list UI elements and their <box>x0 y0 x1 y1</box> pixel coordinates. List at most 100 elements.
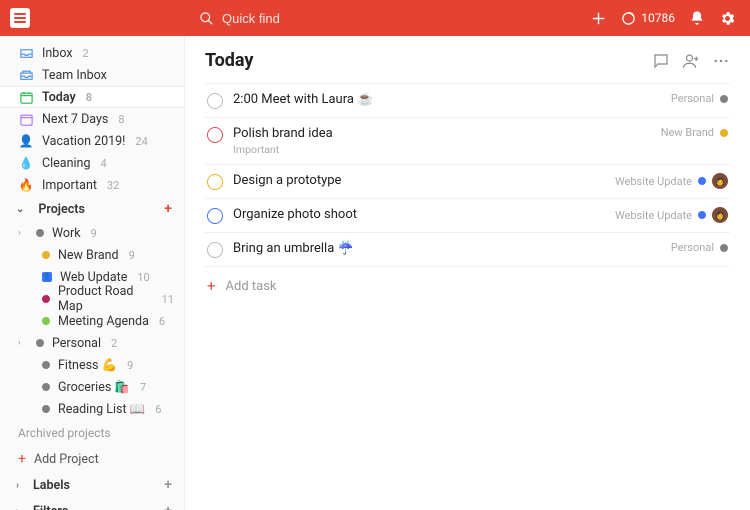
task-row[interactable]: Organize photo shoot Website Update👩 <box>205 199 730 233</box>
project-label: Work <box>52 226 81 241</box>
sidebar-item-important[interactable]: 🔥Important32 <box>0 174 184 196</box>
page-title: Today <box>205 50 254 71</box>
karma-icon <box>621 11 636 26</box>
sidebar-item-team-inbox[interactable]: Team Inbox <box>0 64 184 86</box>
karma-score[interactable]: 10786 <box>621 11 675 26</box>
task-meta: Personal <box>671 241 728 254</box>
task-row[interactable]: 2:00 Meet with Laura ☕Personal <box>205 83 730 118</box>
count-badge: 11 <box>162 293 174 306</box>
settings-button[interactable] <box>719 10 736 27</box>
archived-projects-link[interactable]: Archived projects <box>0 420 184 446</box>
projects-section-header[interactable]: ⌄Projects + <box>0 196 184 222</box>
share-button[interactable] <box>682 52 700 70</box>
filters-section-header[interactable]: ›Filters + <box>0 498 184 510</box>
count-badge: 9 <box>127 359 133 372</box>
task-meta: New Brand <box>661 126 728 139</box>
add-project-button[interactable]: + Add Project <box>0 446 184 472</box>
task-meta: Personal <box>671 92 728 105</box>
add-task-label: Add task <box>226 279 277 294</box>
chevron-right-icon: › <box>18 228 28 238</box>
sidebar-item-next7[interactable]: Next 7 Days8 <box>0 108 184 130</box>
count-badge: 6 <box>159 315 165 328</box>
count-badge: 24 <box>135 135 147 148</box>
assignee-avatar: 👩 <box>712 207 728 223</box>
count-badge: 7 <box>140 381 146 394</box>
project-label: Fitness 💪 <box>58 358 117 373</box>
more-button[interactable] <box>712 52 730 70</box>
project-personal[interactable]: ›Personal2 <box>0 332 184 354</box>
sidebar-item-vacation[interactable]: 👤 Vacation 2019! 24 <box>0 130 184 152</box>
inbox-icon <box>18 45 34 61</box>
count-badge: 6 <box>155 403 161 416</box>
project-work[interactable]: ›Work9 <box>0 222 184 244</box>
quick-find[interactable] <box>185 10 590 27</box>
task-title: Design a prototype <box>233 173 605 188</box>
sidebar-item-inbox[interactable]: Inbox2 <box>0 42 184 64</box>
add-label-icon[interactable]: + <box>164 477 172 493</box>
project-groceries[interactable]: Groceries 🛍️7 <box>0 376 184 398</box>
next7-icon <box>18 111 34 127</box>
project-label: Personal <box>52 336 101 351</box>
app-logo[interactable] <box>10 8 30 28</box>
task-row[interactable]: Bring an umbrella ☔ Personal <box>205 233 730 267</box>
task-title: Bring an umbrella ☔ <box>233 241 661 256</box>
labels-section-header[interactable]: › Labels + <box>0 472 184 498</box>
task-checkbox[interactable] <box>207 93 223 109</box>
project-color-dot <box>698 211 706 219</box>
labels-label: Labels <box>33 478 70 493</box>
filters-label: Filters <box>33 504 68 510</box>
assignee-avatar: 👩 <box>712 173 728 189</box>
team-inbox-icon <box>18 67 34 83</box>
favorite-icon: 💧 <box>18 155 34 171</box>
task-project-label: Personal <box>671 92 714 105</box>
add-project-label: Add Project <box>34 452 99 467</box>
quick-add-button[interactable] <box>590 10 607 27</box>
add-task-button[interactable]: + Add task <box>205 267 730 305</box>
task-checkbox[interactable] <box>207 208 223 224</box>
project-fitness[interactable]: Fitness 💪 9 <box>0 354 184 376</box>
project-color-dot <box>36 339 44 347</box>
project-label: Meeting Agenda <box>58 314 149 329</box>
count-badge: 9 <box>129 249 135 262</box>
project-label: Reading List 📖 <box>58 402 145 417</box>
task-checkbox[interactable] <box>207 127 223 143</box>
count-badge: 32 <box>107 179 119 192</box>
project-roadmap[interactable]: Product Road Map11 <box>0 288 184 310</box>
person-plus-icon <box>682 52 700 70</box>
project-color-dot <box>720 129 728 137</box>
add-filter-icon[interactable]: + <box>164 503 172 510</box>
project-color-dot <box>720 244 728 252</box>
sidebar-item-cleaning[interactable]: 💧Cleaning4 <box>0 152 184 174</box>
task-title: Organize photo shoot <box>233 207 605 222</box>
search-input[interactable] <box>220 10 370 27</box>
chevron-down-icon: ⌄ <box>16 204 24 215</box>
sidebar-item-label: Vacation 2019! <box>42 134 125 149</box>
task-checkbox[interactable] <box>207 242 223 258</box>
project-meeting[interactable]: Meeting Agenda 6 <box>0 310 184 332</box>
favorite-icon: 👤 <box>18 133 34 149</box>
chevron-right-icon: › <box>16 480 19 491</box>
count-badge: 8 <box>118 113 124 126</box>
comments-button[interactable] <box>652 52 670 70</box>
task-checkbox[interactable] <box>207 174 223 190</box>
gear-icon <box>719 10 736 27</box>
sidebar-item-label: Inbox <box>42 46 73 61</box>
project-label: New Brand <box>58 248 119 263</box>
sidebar-item-today[interactable]: Today8 <box>0 86 184 108</box>
count-badge: 8 <box>86 91 92 104</box>
project-color-dot <box>42 361 50 369</box>
project-reading[interactable]: Reading List 📖 6 <box>0 398 184 420</box>
plus-icon: + <box>207 277 216 295</box>
task-project-label: New Brand <box>661 126 714 139</box>
count-badge: 10 <box>137 271 149 284</box>
add-project-icon[interactable]: + <box>164 201 172 217</box>
notifications-button[interactable] <box>689 10 705 26</box>
bell-icon <box>689 10 705 26</box>
task-project-label: Website Update <box>615 175 692 188</box>
task-row[interactable]: Polish brand ideaImportantNew Brand <box>205 118 730 165</box>
task-subtitle: Important <box>233 143 651 156</box>
task-row[interactable]: Design a prototype Website Update 👩 <box>205 165 730 199</box>
project-newbrand[interactable]: New Brand 9 <box>0 244 184 266</box>
task-meta: Website Update👩 <box>615 207 728 223</box>
dots-icon <box>712 52 730 70</box>
